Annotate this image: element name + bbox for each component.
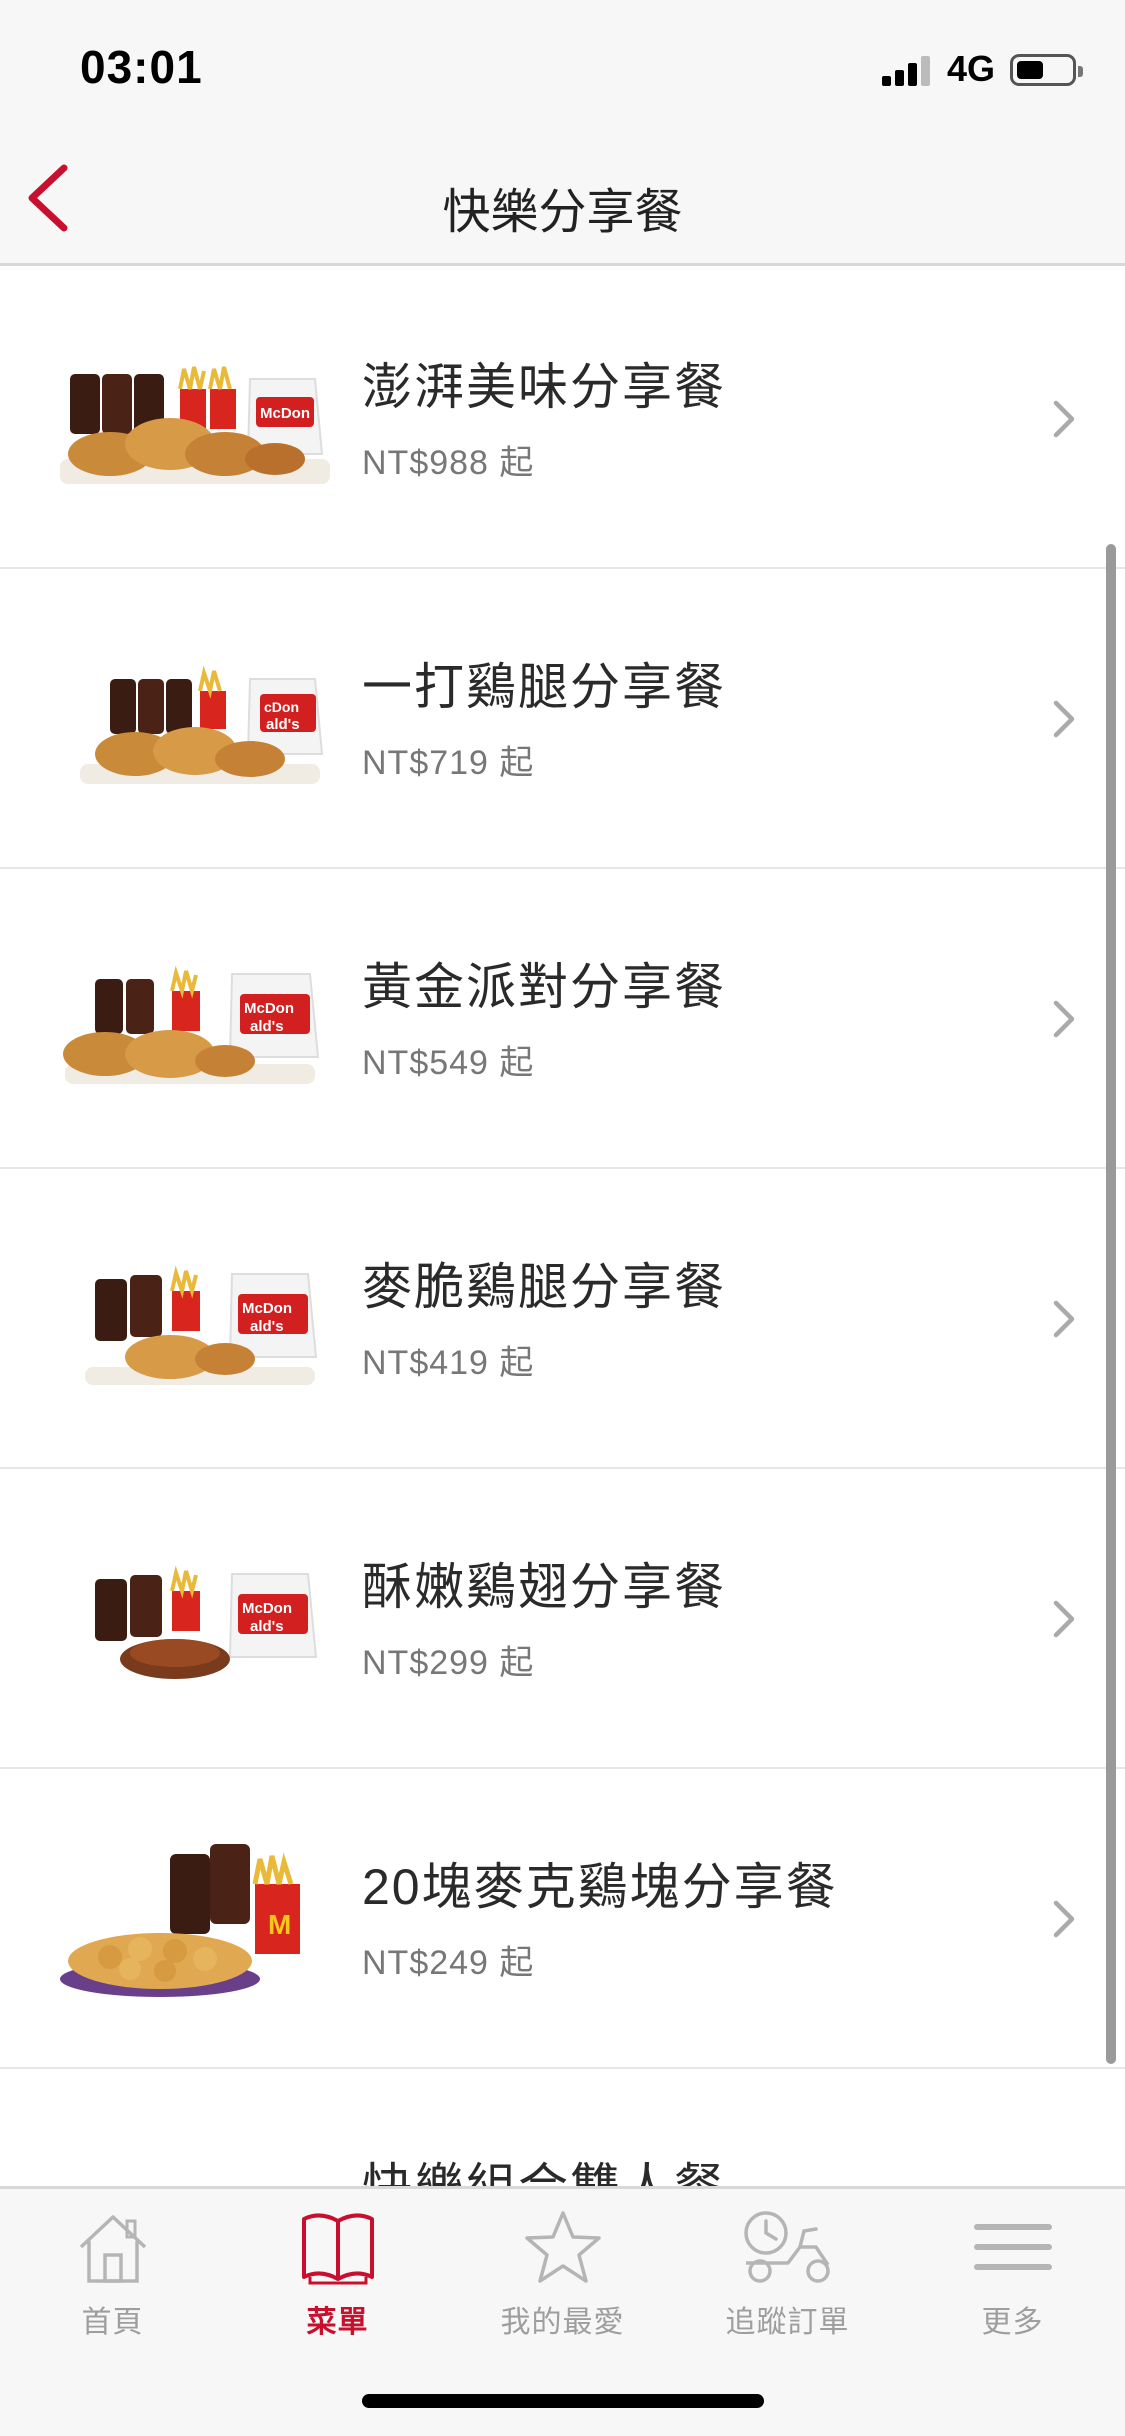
tab-label: 我的最愛: [500, 2306, 625, 2339]
svg-text:ald's: ald's: [250, 1018, 284, 1035]
list-item[interactable]: McDon ald's 黃金派對分享餐 NT$549 起: [0, 869, 1125, 1169]
tab-favorites[interactable]: 我的最愛: [450, 2207, 675, 2347]
tab-label: 更多: [981, 2306, 1044, 2339]
status-time: 03:01: [80, 41, 203, 93]
product-name: 快樂組合雙人餐: [362, 2147, 726, 2186]
product-name: 麥脆鷄腿分享餐: [362, 1259, 726, 1315]
svg-text:McDon: McDon: [242, 1300, 292, 1317]
chevron-right-icon: [1053, 700, 1075, 738]
list-item[interactable]: McDon ald's 麥脆鷄腿分享餐 NT$419 起: [0, 1169, 1125, 1469]
product-price: NT$549 起: [362, 1044, 535, 1082]
svg-text:McDon: McDon: [242, 1600, 292, 1617]
product-name: 20塊麥克鷄塊分享餐: [362, 1859, 838, 1915]
svg-text:ald's: ald's: [250, 1618, 284, 1635]
chevron-right-icon: [1053, 1600, 1075, 1638]
chevron-right-icon: [1053, 400, 1075, 438]
share-meal-list[interactable]: McDon 澎湃美味分享餐 NT$988 起 cDon ald's 一打鷄腿分享…: [0, 269, 1125, 2186]
product-thumbnail: McDon ald's: [85, 1265, 318, 1385]
tab-more[interactable]: 更多: [900, 2207, 1125, 2347]
product-thumbnail: cDon ald's: [80, 665, 324, 784]
tab-home[interactable]: 首頁: [0, 2207, 225, 2347]
tab-track-order[interactable]: 追蹤訂單: [675, 2207, 900, 2347]
svg-text:ald's: ald's: [250, 1318, 284, 1335]
list-item[interactable]: M 20塊麥克鷄塊分享餐 NT$249 起: [0, 1769, 1125, 2069]
menu-book-icon: [301, 2213, 374, 2285]
product-name: 一打鷄腿分享餐: [362, 659, 726, 715]
scrollbar[interactable]: [1106, 544, 1116, 2064]
product-price: NT$419 起: [362, 1344, 535, 1382]
signal-icon: [882, 52, 934, 86]
svg-text:cDon: cDon: [264, 699, 299, 715]
svg-text:McDon: McDon: [260, 405, 310, 422]
product-price: NT$719 起: [362, 744, 535, 782]
tab-menu[interactable]: 菜單: [225, 2207, 450, 2347]
top-header: 03:01 4G 快樂分享餐: [0, 0, 1125, 266]
chevron-right-icon: [1053, 1300, 1075, 1338]
delivery-scooter-icon: [743, 2211, 830, 2283]
product-price: NT$988 起: [362, 444, 535, 482]
svg-text:McDon: McDon: [244, 1000, 294, 1017]
hamburger-menu-icon: [973, 2224, 1052, 2270]
svg-text:M: M: [268, 1909, 291, 1940]
tab-label: 首頁: [81, 2306, 144, 2339]
chevron-right-icon: [1053, 1900, 1075, 1938]
chevron-right-icon: [1053, 1000, 1075, 1038]
product-thumbnail: M: [60, 1844, 300, 1997]
product-thumbnail: McDon ald's: [95, 1565, 318, 1679]
home-indicator: [362, 2394, 764, 2408]
battery-icon: [1010, 54, 1083, 86]
tab-label: 菜單: [306, 2306, 369, 2339]
list-item[interactable]: 快樂組合雙人餐: [0, 2069, 1125, 2186]
product-thumbnail: [60, 2139, 330, 2186]
product-price: NT$249 起: [362, 1944, 535, 1982]
network-type: 4G: [947, 48, 996, 89]
product-price: NT$299 起: [362, 1644, 535, 1682]
list-item[interactable]: McDon 澎湃美味分享餐 NT$988 起: [0, 269, 1125, 569]
list-item[interactable]: McDon ald's 酥嫩鷄翅分享餐 NT$299 起: [0, 1469, 1125, 1769]
home-icon: [79, 2215, 146, 2283]
page-title: 快樂分享餐: [442, 186, 683, 239]
product-thumbnail: McDon: [60, 366, 330, 484]
product-name: 酥嫩鷄翅分享餐: [362, 1559, 726, 1615]
tab-label: 追蹤訂單: [725, 2306, 850, 2339]
product-name: 黃金派對分享餐: [362, 959, 726, 1015]
list-item[interactable]: cDon ald's 一打鷄腿分享餐 NT$719 起: [0, 569, 1125, 869]
svg-text:ald's: ald's: [266, 716, 300, 733]
star-icon: [524, 2211, 601, 2283]
product-thumbnail: McDon ald's: [63, 965, 320, 1084]
product-name: 澎湃美味分享餐: [362, 359, 726, 415]
